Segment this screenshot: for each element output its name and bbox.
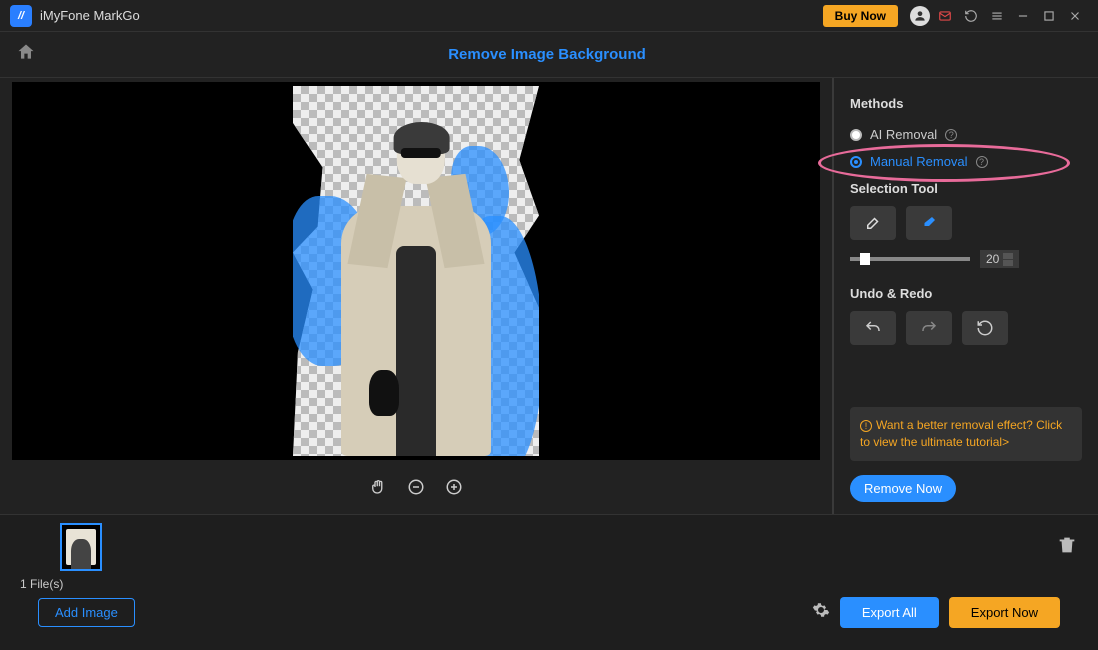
tip-text: Want a better removal effect? Click to v… bbox=[860, 418, 1062, 449]
user-icon[interactable] bbox=[910, 6, 930, 26]
main-area: Methods AI Removal ? Manual Removal ? Se… bbox=[0, 78, 1098, 514]
slider-thumb[interactable] bbox=[860, 253, 870, 265]
radio-icon bbox=[850, 156, 862, 168]
brush-size-number: 20 bbox=[986, 252, 999, 266]
filmstrip: 1 File(s) Add Image Export All Export No… bbox=[0, 514, 1098, 650]
method-manual-removal[interactable]: Manual Removal ? bbox=[850, 154, 1082, 169]
size-stepper[interactable] bbox=[1003, 253, 1013, 266]
method-ai-removal[interactable]: AI Removal ? bbox=[850, 127, 1082, 142]
canvas-tools bbox=[12, 460, 820, 501]
settings-icon[interactable] bbox=[812, 601, 830, 624]
close-icon[interactable] bbox=[1064, 5, 1086, 27]
app-title: iMyFone MarkGo bbox=[40, 8, 140, 23]
selection-tool-heading: Selection Tool bbox=[850, 181, 1082, 196]
pan-hand-icon[interactable] bbox=[369, 478, 387, 501]
image-preview bbox=[293, 86, 539, 456]
menu-icon[interactable] bbox=[986, 5, 1008, 27]
page-title: Remove Image Background bbox=[36, 46, 1058, 63]
brush-size-value: 20 bbox=[980, 250, 1019, 268]
brush-size-slider[interactable] bbox=[850, 257, 970, 261]
remove-now-button[interactable]: Remove Now bbox=[850, 475, 956, 502]
mail-icon[interactable] bbox=[934, 5, 956, 27]
help-icon[interactable]: ? bbox=[945, 129, 957, 141]
sidebar: Methods AI Removal ? Manual Removal ? Se… bbox=[832, 78, 1098, 514]
help-icon[interactable]: ? bbox=[976, 156, 988, 168]
add-image-button[interactable]: Add Image bbox=[38, 598, 135, 627]
export-all-button[interactable]: Export All bbox=[840, 597, 939, 628]
tutorial-tip[interactable]: !Want a better removal effect? Click to … bbox=[850, 407, 1082, 461]
thumbnail[interactable] bbox=[60, 523, 102, 571]
method-label: Manual Removal bbox=[870, 154, 968, 169]
undo-button[interactable] bbox=[850, 311, 896, 345]
image-canvas[interactable] bbox=[12, 82, 820, 460]
title-bar: // iMyFone MarkGo Buy Now bbox=[0, 0, 1098, 32]
eraser-tool-button[interactable] bbox=[906, 206, 952, 240]
header: Remove Image Background bbox=[0, 32, 1098, 78]
radio-icon bbox=[850, 129, 862, 141]
file-count: 1 File(s) bbox=[20, 577, 1078, 591]
methods-heading: Methods bbox=[850, 96, 1082, 111]
canvas-column bbox=[0, 78, 832, 514]
subject-silhouette bbox=[321, 126, 511, 456]
method-label: AI Removal bbox=[870, 127, 937, 142]
zoom-out-icon[interactable] bbox=[407, 478, 425, 501]
maximize-icon[interactable] bbox=[1038, 5, 1060, 27]
refresh-icon[interactable] bbox=[960, 5, 982, 27]
delete-icon[interactable] bbox=[1056, 534, 1078, 561]
info-icon: ! bbox=[860, 420, 872, 432]
buy-now-button[interactable]: Buy Now bbox=[823, 5, 898, 27]
app-logo-icon: // bbox=[10, 5, 32, 27]
undo-redo-heading: Undo & Redo bbox=[850, 286, 1082, 301]
export-now-button[interactable]: Export Now bbox=[949, 597, 1060, 628]
home-icon[interactable] bbox=[16, 42, 36, 67]
reset-button[interactable] bbox=[962, 311, 1008, 345]
brush-tool-button[interactable] bbox=[850, 206, 896, 240]
zoom-in-icon[interactable] bbox=[445, 478, 463, 501]
redo-button[interactable] bbox=[906, 311, 952, 345]
minimize-icon[interactable] bbox=[1012, 5, 1034, 27]
